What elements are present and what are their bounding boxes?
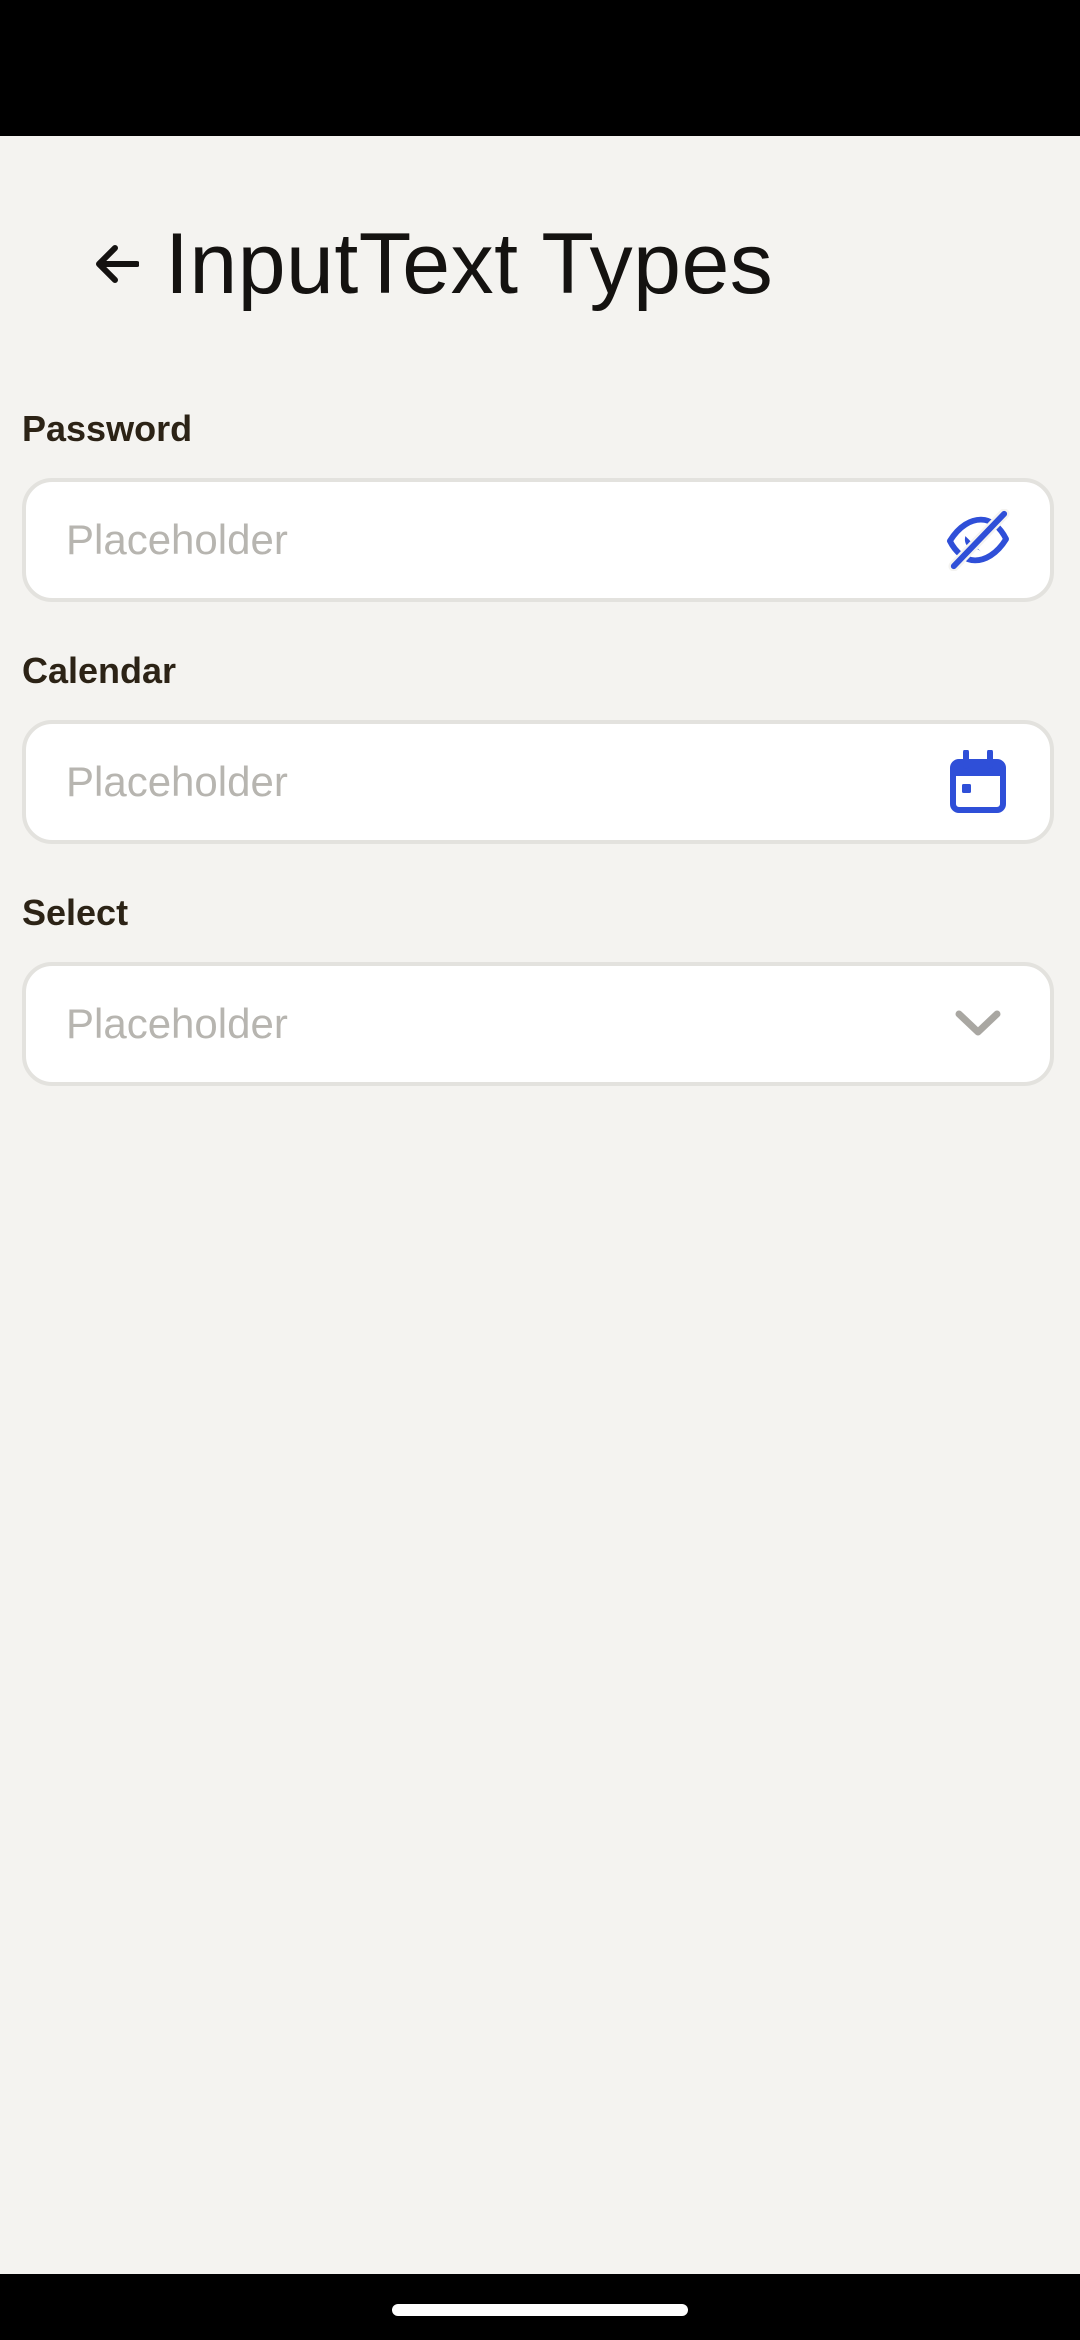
eye-off-icon — [946, 509, 1010, 571]
select-input[interactable] — [66, 966, 926, 1082]
calendar-picker-button[interactable] — [946, 750, 1010, 814]
back-button[interactable] — [84, 232, 148, 296]
calendar-icon — [950, 750, 1006, 813]
navigation-bar — [0, 2274, 1080, 2340]
select-dropdown-toggle[interactable] — [946, 992, 1010, 1056]
arrow-left-icon — [96, 245, 139, 283]
header: InputText Types — [0, 136, 1080, 386]
calendar-input[interactable] — [66, 724, 926, 840]
calendar-label: Calendar — [22, 650, 177, 691]
password-visibility-toggle[interactable] — [946, 508, 1010, 572]
page-title: InputText Types — [165, 216, 774, 312]
chevron-down-icon — [955, 1010, 1001, 1036]
calendar-field-container — [22, 720, 1054, 844]
password-label: Password — [22, 408, 193, 449]
home-indicator[interactable] — [392, 2304, 688, 2316]
select-label: Select — [22, 892, 129, 933]
select-field-container[interactable] — [22, 962, 1054, 1086]
password-input[interactable] — [66, 482, 926, 598]
status-bar — [0, 0, 1080, 136]
password-field-container — [22, 478, 1054, 602]
